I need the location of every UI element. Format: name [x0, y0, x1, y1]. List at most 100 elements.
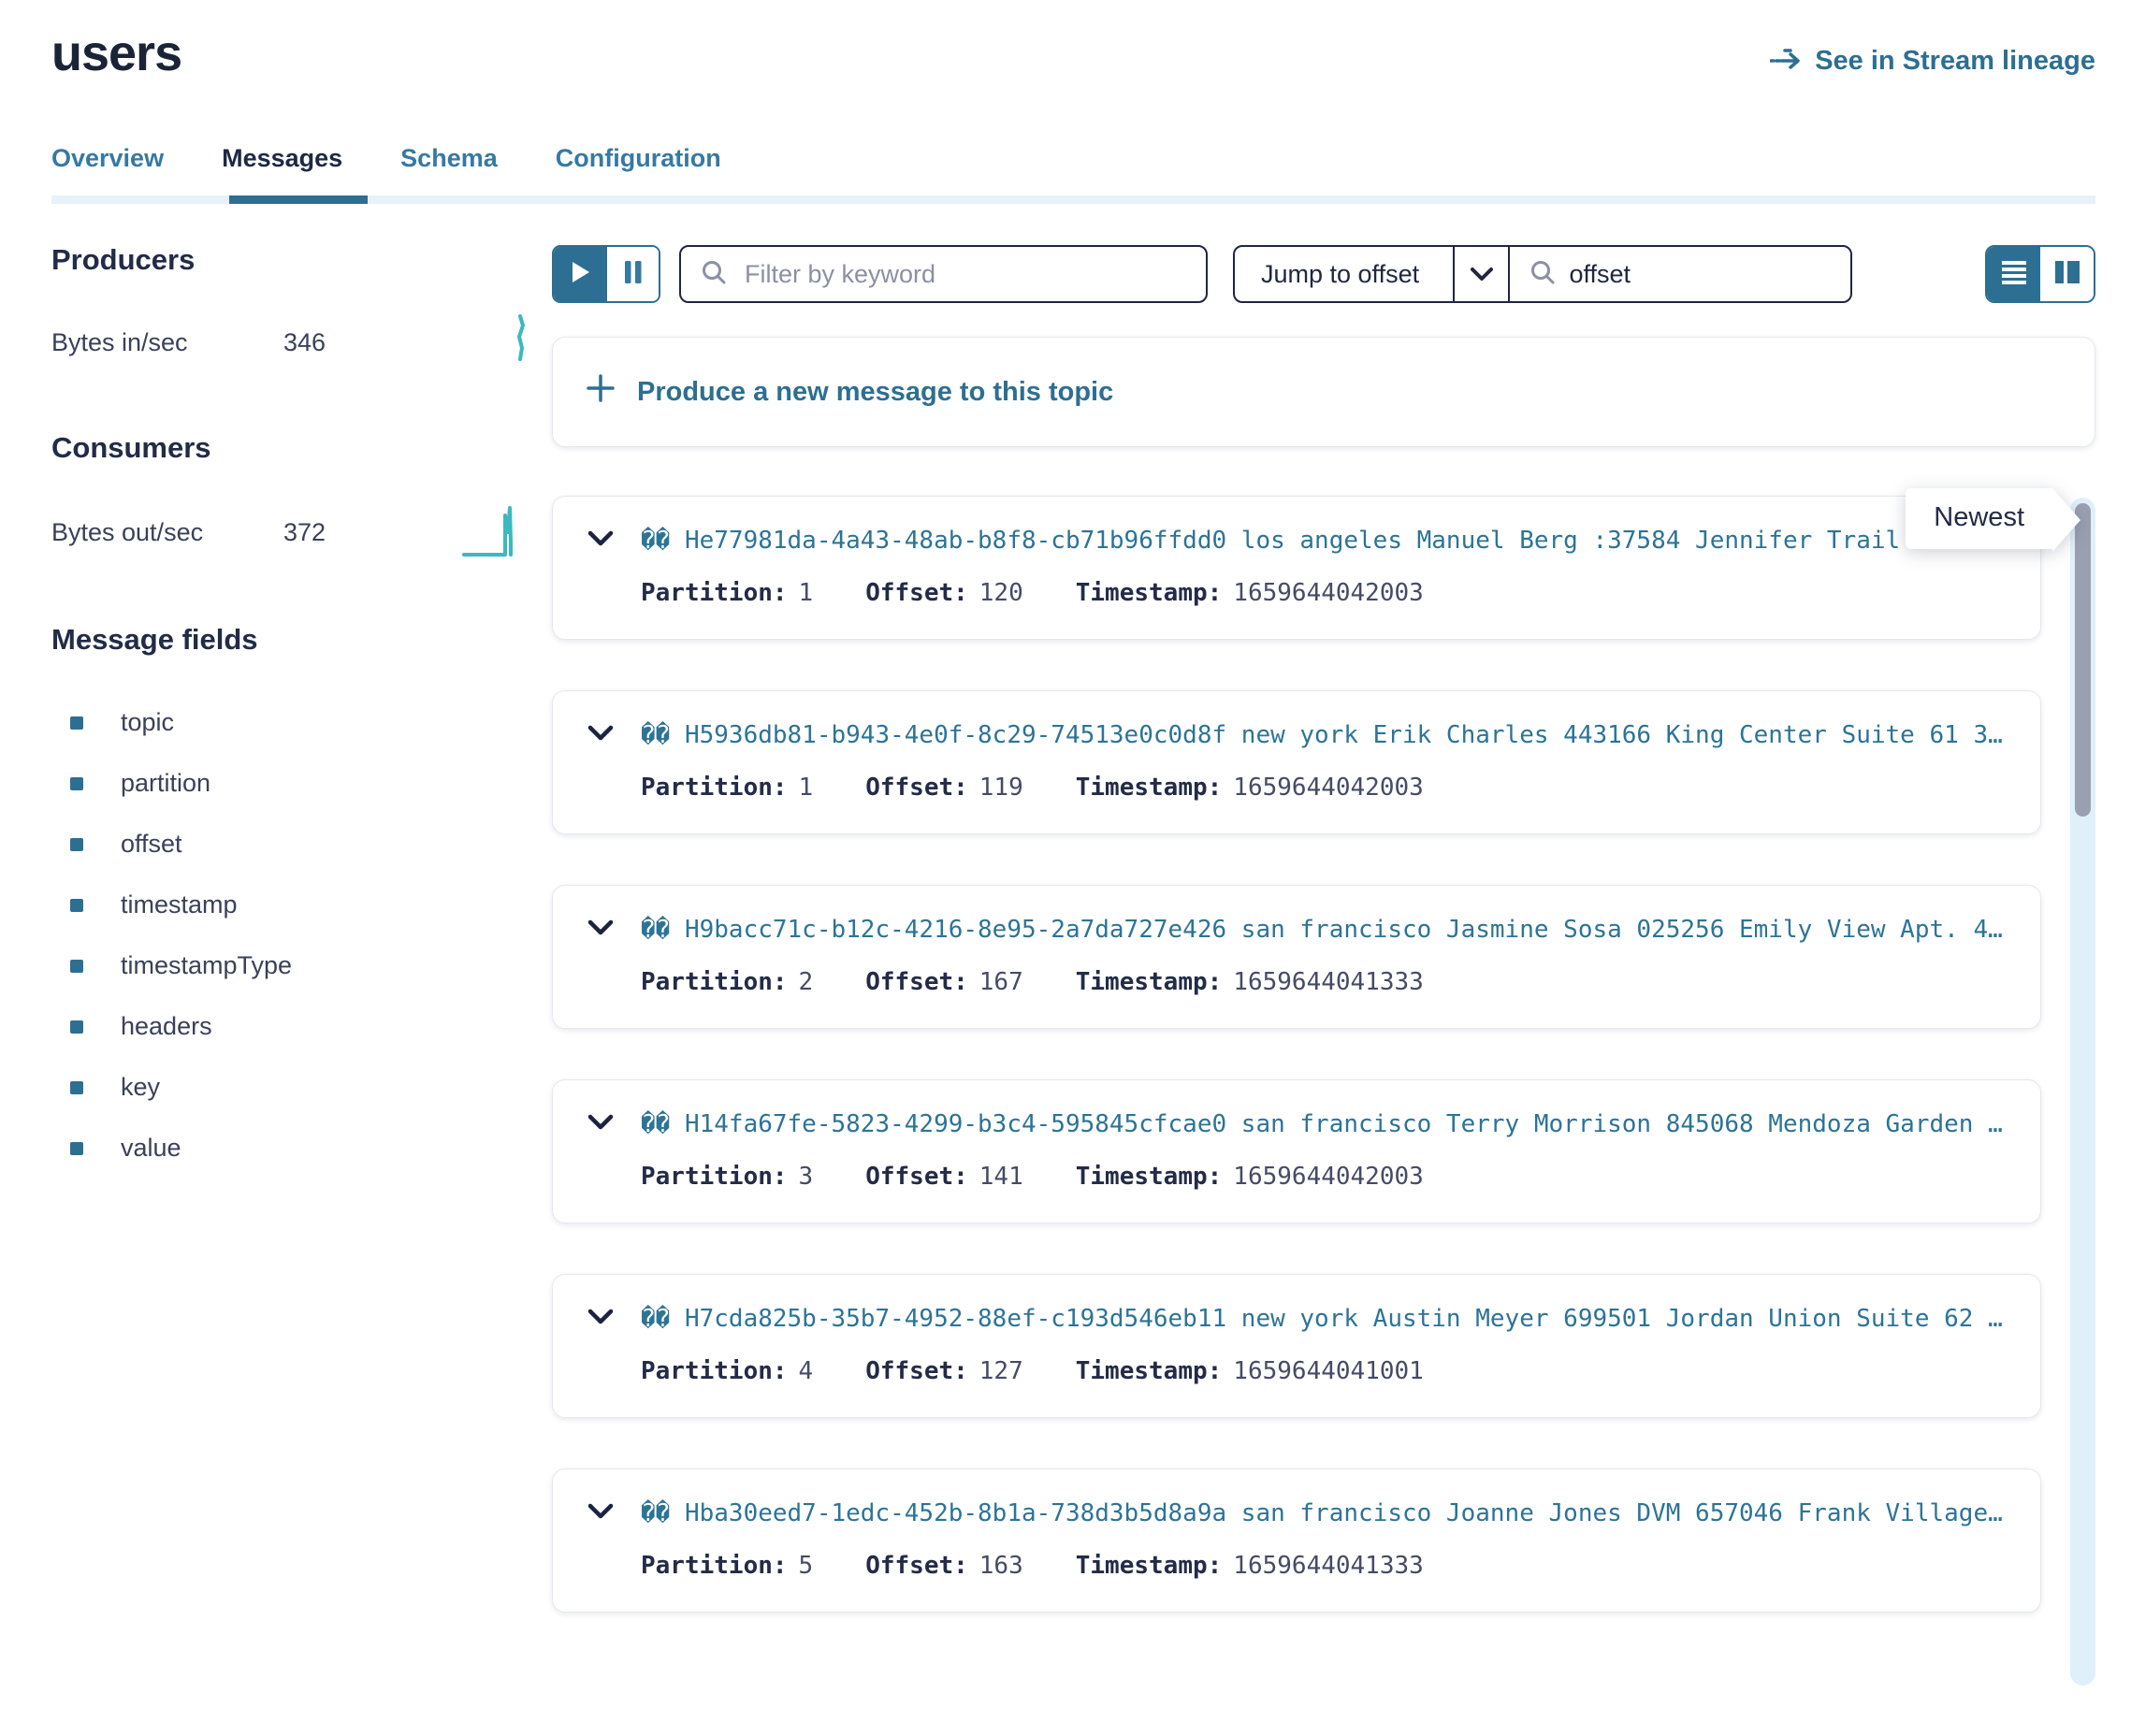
field-item-key: key — [51, 1057, 552, 1118]
offset-search-value: offset — [1570, 260, 1631, 289]
message-key[interactable]: �� H5936db81-b943-4e0f-8c29-74513e0c0d8f… — [641, 721, 2005, 749]
tab-underline-track — [51, 195, 2095, 204]
offset-value: 127 — [979, 1357, 1023, 1385]
offset-meta: Offset: 127 — [865, 1357, 1023, 1385]
timestamp-meta: Timestamp:1659644042003 — [1076, 774, 1424, 802]
search-icon — [700, 258, 728, 291]
column-view-button[interactable] — [2040, 247, 2094, 301]
partition-value: 5 — [799, 1552, 814, 1580]
field-label: partition — [121, 769, 210, 798]
sidebar: Producers Bytes in/sec 346 Consumers Byt… — [51, 243, 552, 1663]
chevron-down-icon[interactable] — [587, 1308, 615, 1331]
offset-label: Offset: — [865, 968, 968, 996]
bytes-out-sparkline — [462, 500, 531, 565]
message-key[interactable]: �� H14fa67fe-5823-4299-b3c4-595845cfcae0… — [641, 1110, 2005, 1138]
partition-meta: Partition:3 — [641, 1163, 813, 1191]
jump-to-offset-select[interactable]: Jump to offset — [1233, 245, 1510, 303]
timestamp-label: Timestamp: — [1076, 579, 1223, 607]
square-bullet-icon — [70, 1020, 83, 1034]
play-button[interactable] — [554, 247, 607, 301]
producers-heading: Producers — [51, 243, 552, 277]
timestamp-value: 1659644041333 — [1233, 1552, 1424, 1580]
timestamp-label: Timestamp: — [1076, 1552, 1223, 1580]
partition-value: 2 — [799, 968, 814, 996]
field-item-value: value — [51, 1118, 552, 1179]
plus-icon — [587, 374, 615, 410]
tab-configuration[interactable]: Configuration — [556, 144, 721, 195]
square-bullet-icon — [70, 716, 83, 730]
timestamp-label: Timestamp: — [1076, 1163, 1223, 1191]
square-bullet-icon — [70, 960, 83, 973]
field-item-topic: topic — [51, 692, 552, 753]
message-key[interactable]: �� H7cda825b-35b7-4952-88ef-c193d546eb11… — [641, 1305, 2005, 1333]
bytes-in-sparkline — [507, 312, 531, 373]
chevron-down-icon[interactable] — [587, 724, 615, 747]
messages-panel: Filter by keyword Jump to offset — [552, 243, 2095, 1663]
field-item-partition: partition — [51, 753, 552, 814]
offset-label: Offset: — [865, 1357, 968, 1385]
stream-lineage-link[interactable]: See in Stream lineage — [1770, 45, 2095, 77]
offset-search-input[interactable]: offset — [1508, 245, 1852, 303]
message-key[interactable]: �� Hba30eed7-1edc-452b-8b1a-738d3b5d8a9a… — [641, 1499, 2005, 1527]
bytes-out-value: 372 — [283, 518, 326, 547]
chevron-down-icon[interactable] — [587, 1502, 615, 1526]
bytes-out-label: Bytes out/sec — [51, 518, 283, 547]
tab-messages[interactable]: Messages — [222, 144, 342, 195]
message-rows: �� He77981da-4a43-48ab-b8f8-cb71b96ffdd0… — [552, 496, 2041, 1613]
message-key[interactable]: �� H9bacc71c-b12c-4216-8e95-2a7da727e426… — [641, 916, 2005, 944]
chevron-down-icon[interactable] — [587, 919, 615, 942]
pause-button[interactable] — [607, 247, 659, 301]
chevron-down-icon[interactable] — [587, 529, 615, 553]
partition-label: Partition: — [641, 968, 788, 996]
field-label: timestampType — [121, 951, 292, 980]
filter-keyword-input[interactable]: Filter by keyword — [679, 245, 1208, 303]
offset-label: Offset: — [865, 1552, 968, 1580]
filter-placeholder: Filter by keyword — [745, 260, 935, 289]
offset-meta: Offset:120 — [865, 579, 1023, 607]
timestamp-label: Timestamp: — [1076, 1357, 1223, 1385]
scrollbar-track[interactable] — [2070, 498, 2095, 1685]
page-header: users See in Stream lineage — [51, 0, 2095, 82]
field-label: key — [121, 1073, 160, 1102]
field-item-headers: headers — [51, 996, 552, 1057]
message-row[interactable]: �� H7cda825b-35b7-4952-88ef-c193d546eb11… — [552, 1274, 2041, 1418]
produce-message-button[interactable]: Produce a new message to this topic — [552, 337, 2095, 447]
message-row[interactable]: �� H9bacc71c-b12c-4216-8e95-2a7da727e426… — [552, 885, 2041, 1029]
partition-meta: Partition:4 — [641, 1357, 813, 1385]
jump-select-value: Jump to offset — [1235, 247, 1453, 301]
message-row[interactable]: �� H5936db81-b943-4e0f-8c29-74513e0c0d8f… — [552, 690, 2041, 834]
message-row[interactable]: �� He77981da-4a43-48ab-b8f8-cb71b96ffdd0… — [552, 496, 2041, 640]
message-row[interactable]: �� Hba30eed7-1edc-452b-8b1a-738d3b5d8a9a… — [552, 1468, 2041, 1613]
offset-meta: Offset: 163 — [865, 1552, 1023, 1580]
message-fields-heading: Message fields — [51, 623, 552, 657]
offset-value: 163 — [979, 1552, 1023, 1580]
field-item-offset: offset — [51, 814, 552, 875]
message-row[interactable]: �� H14fa67fe-5823-4299-b3c4-595845cfcae0… — [552, 1079, 2041, 1223]
message-key[interactable]: �� He77981da-4a43-48ab-b8f8-cb71b96ffdd0… — [641, 527, 2005, 555]
timestamp-meta: Timestamp:1659644042003 — [1076, 1163, 1424, 1191]
list-view-button[interactable] — [1987, 247, 2040, 301]
chevron-down-icon — [1453, 247, 1508, 301]
chevron-down-icon[interactable] — [587, 1113, 615, 1136]
offset-meta: Offset:167 — [865, 968, 1023, 996]
timestamp-value: 1659644041001 — [1233, 1357, 1424, 1385]
offset-value: 141 — [979, 1163, 1023, 1191]
field-label: offset — [121, 830, 182, 859]
partition-value: 3 — [799, 1163, 814, 1191]
bytes-in-label: Bytes in/sec — [51, 328, 283, 357]
newest-tooltip: Newest — [1906, 488, 2052, 549]
square-bullet-icon — [70, 899, 83, 912]
tab-overview[interactable]: Overview — [51, 144, 164, 195]
field-item-timestampType: timestampType — [51, 935, 552, 996]
partition-label: Partition: — [641, 579, 788, 607]
timestamp-label: Timestamp: — [1076, 968, 1223, 996]
list-view-icon — [2001, 259, 2027, 290]
bytes-out-metric: Bytes out/sec 372 — [51, 500, 552, 565]
square-bullet-icon — [70, 838, 83, 851]
timestamp-meta: Timestamp:1659644042003 — [1076, 579, 1424, 607]
offset-label: Offset: — [865, 774, 968, 802]
partition-value: 4 — [799, 1357, 814, 1385]
square-bullet-icon — [70, 1081, 83, 1094]
partition-label: Partition: — [641, 1552, 788, 1580]
tab-schema[interactable]: Schema — [400, 144, 498, 195]
